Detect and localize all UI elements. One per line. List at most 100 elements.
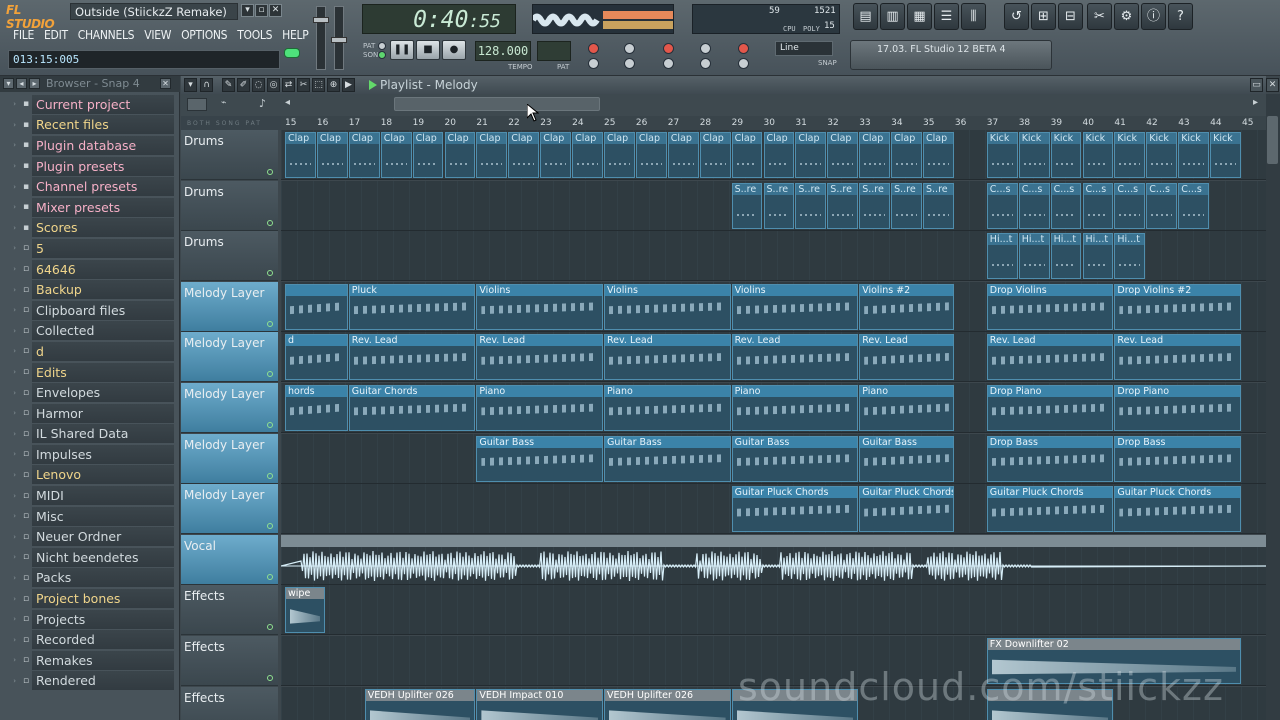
pattern-clip[interactable]: Clap xyxy=(859,132,891,178)
track-enable-led-icon[interactable] xyxy=(267,270,273,277)
expand-arrow-icon[interactable]: › xyxy=(0,574,20,582)
browser-item-5[interactable]: › ▫ 5 xyxy=(0,238,180,259)
pattern-clip[interactable]: C...s xyxy=(1018,182,1050,229)
pattern-clip[interactable]: Rev. Lead xyxy=(604,334,731,381)
track-enable-led-icon[interactable] xyxy=(267,472,273,479)
pattern-clip[interactable]: VEDH Uplifter 026 xyxy=(604,688,731,720)
expand-arrow-icon[interactable]: › xyxy=(0,677,20,685)
tools-icon[interactable]: ✂ xyxy=(1087,3,1112,30)
pattern-clip[interactable]: Clap xyxy=(891,132,922,178)
output-waveform-monitor[interactable] xyxy=(532,4,674,34)
browser-item-nicht-beendetes[interactable]: › ▫ Nicht beendetes xyxy=(0,547,180,568)
track-header[interactable]: Effects xyxy=(181,585,278,636)
pattern-clip[interactable]: Guitar Bass xyxy=(731,435,859,482)
browser-item-recorded[interactable]: › ▫ Recorded xyxy=(0,629,180,650)
undo-icon[interactable]: ↺ xyxy=(1004,3,1029,30)
pattern-clip[interactable]: S..re xyxy=(763,182,795,229)
magnet-icon[interactable]: ∩ xyxy=(200,78,213,92)
delete-tool-icon[interactable]: ◌ xyxy=(252,78,265,92)
browser-item-recent-files[interactable]: › ▪ Recent files xyxy=(0,115,180,136)
expand-arrow-icon[interactable]: › xyxy=(0,244,20,252)
pattern-clip[interactable]: Clap xyxy=(699,132,731,178)
pattern-clip[interactable]: Kick xyxy=(1210,132,1241,178)
pattern-clip[interactable]: S..re xyxy=(923,182,954,229)
menu-tools[interactable]: TOOLS xyxy=(232,25,277,45)
expand-arrow-icon[interactable]: › xyxy=(0,183,20,191)
zoom-tool-icon[interactable]: ⊕ xyxy=(327,78,340,92)
browser-item-midi[interactable]: › ▫ MIDI xyxy=(0,485,180,506)
close-icon[interactable]: ✕ xyxy=(269,4,282,17)
expand-arrow-icon[interactable]: › xyxy=(0,306,20,314)
track-lane[interactable]: S..re S..re S..re S..re S..re S..re S..re C...s… xyxy=(281,180,1266,231)
browser-item-packs[interactable]: › ▫ Packs xyxy=(0,568,180,589)
settings-icon[interactable]: ⚙ xyxy=(1114,3,1139,30)
pattern-clip[interactable]: Violins xyxy=(604,283,731,330)
browser-menu-icon[interactable]: ▾ xyxy=(3,78,14,89)
playback-tool-icon[interactable]: ▶ xyxy=(342,78,355,92)
browser-item-plugin-presets[interactable]: › ▪ Plugin presets xyxy=(0,156,180,177)
pattern-clip[interactable]: Clap xyxy=(508,132,540,178)
browser-item-impulses[interactable]: › ▫ Impulses xyxy=(0,444,180,465)
wait-toggle[interactable] xyxy=(624,43,635,54)
pause-button[interactable]: ❚❚ xyxy=(390,40,414,60)
track-enable-led-icon[interactable] xyxy=(267,371,273,378)
song-time-display[interactable]: 0:40:55 xyxy=(362,4,516,34)
project-info-icon[interactable]: ⓘ xyxy=(1141,3,1166,30)
track-header[interactable]: Vocal xyxy=(181,534,278,585)
multilink-toggle[interactable] xyxy=(738,58,749,69)
audio-clip-icon[interactable]: ⌁ xyxy=(221,98,226,108)
track-header[interactable]: Melody Layer xyxy=(181,281,278,332)
auto-scroll-toggle[interactable] xyxy=(700,58,711,69)
pattern-clip[interactable]: Kick xyxy=(1114,132,1146,178)
pattern-clip[interactable]: Drop Bass xyxy=(986,435,1114,482)
browser-item-backup[interactable]: › ▫ Backup xyxy=(0,279,180,300)
track-header[interactable]: Melody Layer xyxy=(181,484,278,535)
pattern-clip[interactable]: C...s xyxy=(1050,182,1082,229)
select-tool-icon[interactable]: ⬚ xyxy=(312,78,325,92)
track-enable-led-icon[interactable] xyxy=(267,219,273,226)
pattern-clip[interactable]: Clap xyxy=(604,132,635,178)
slip-tool-icon[interactable]: ⇄ xyxy=(282,78,295,92)
expand-arrow-icon[interactable]: › xyxy=(0,203,20,211)
countdown-toggle[interactable] xyxy=(663,43,674,54)
cpu-memory-monitor[interactable]: 59 1521 CPU POLY 15 xyxy=(692,4,840,34)
menu-edit[interactable]: EDIT xyxy=(39,25,73,45)
expand-arrow-icon[interactable]: › xyxy=(0,533,20,541)
scroll-right-icon[interactable]: ▸ xyxy=(1253,97,1258,108)
mute-tool-icon[interactable]: ◎ xyxy=(267,78,280,92)
pattern-clip[interactable]: Clap xyxy=(540,132,572,178)
track-header[interactable]: Drums xyxy=(181,231,278,282)
browser-item-lenovo[interactable]: › ▫ Lenovo xyxy=(0,465,180,486)
pattern-clip[interactable]: Clap xyxy=(380,132,412,178)
pattern-clip[interactable]: Rev. Lead xyxy=(476,334,603,381)
expand-arrow-icon[interactable]: › xyxy=(0,368,20,376)
pattern-clip[interactable]: Guitar Pluck Chords xyxy=(859,486,954,533)
expand-arrow-icon[interactable]: › xyxy=(0,512,20,520)
pattern-clip[interactable]: Piano xyxy=(476,385,603,431)
track-enable-led-icon[interactable] xyxy=(267,675,273,681)
online-led-icon[interactable] xyxy=(284,48,300,58)
pattern-clip[interactable]: Violins xyxy=(731,283,859,330)
browser-item-clipboard-files[interactable]: › ▫ Clipboard files xyxy=(0,300,180,321)
vertical-scrollbar[interactable] xyxy=(1266,94,1280,720)
browser-item-neuer-ordner[interactable]: › ▫ Neuer Ordner xyxy=(0,526,180,547)
browser-item-edits[interactable]: › ▫ Edits xyxy=(0,362,180,383)
track-enable-led-icon[interactable] xyxy=(267,169,273,175)
pattern-clip[interactable]: Guitar Pluck Chords xyxy=(731,486,859,533)
track-lane[interactable]: hords Guitar Chords Piano Piano Piano Piano Dr… xyxy=(281,383,1266,433)
pattern-clip[interactable]: Hi...t xyxy=(1018,233,1050,280)
track-lane[interactable] xyxy=(281,534,1266,585)
pattern-display[interactable] xyxy=(537,41,571,61)
expand-arrow-icon[interactable]: › xyxy=(0,553,20,561)
pattern-clip[interactable]: Piano xyxy=(859,385,954,431)
pattern-clip[interactable]: hords xyxy=(285,385,348,431)
track-lane[interactable]: Guitar Pluck Chords Guitar Pluck Chords Gu… xyxy=(281,484,1266,535)
track-header[interactable]: Drums xyxy=(181,180,278,231)
browser-item-channel-presets[interactable]: › ▪ Channel presets xyxy=(0,176,180,197)
pattern-clip[interactable]: Rev. Lead xyxy=(731,334,859,381)
save-icon[interactable]: ⊞ xyxy=(1031,3,1056,30)
pattern-clip[interactable]: d xyxy=(285,334,348,381)
expand-arrow-icon[interactable]: › xyxy=(0,327,20,335)
draw-tool-icon[interactable]: ✎ xyxy=(222,78,235,92)
pattern-clip[interactable]: S..re xyxy=(731,182,763,229)
